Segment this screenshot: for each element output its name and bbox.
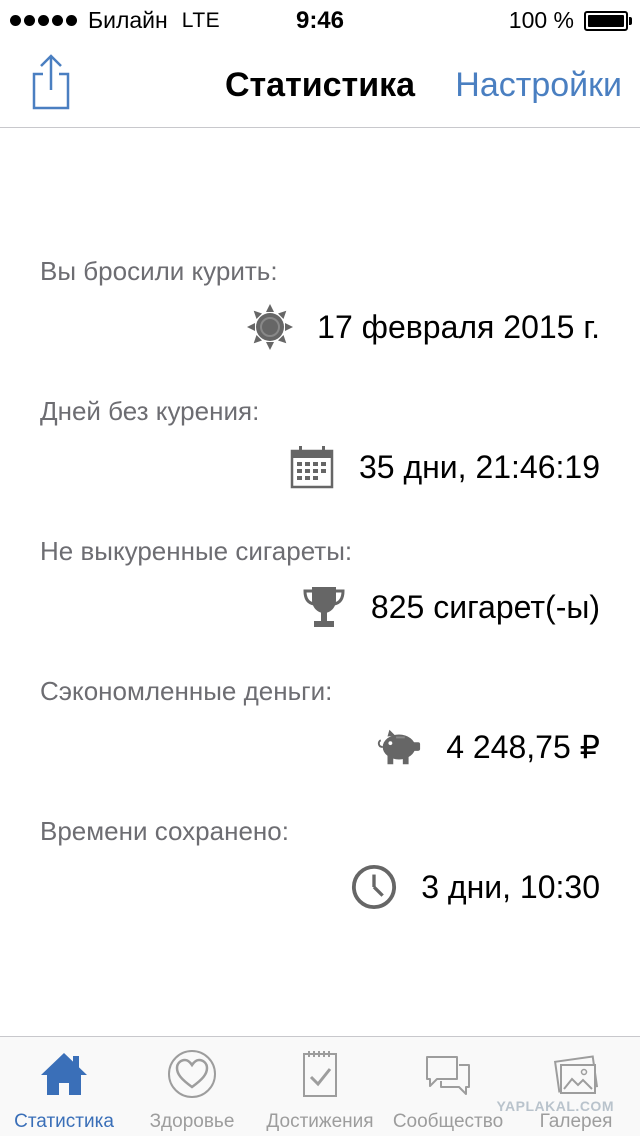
tab-gallery[interactable]: Галерея xyxy=(512,1037,640,1136)
stat-days-smoke-free: Дней без курения: 35 дни, 21:46:19 xyxy=(0,396,640,536)
stat-time-saved: Времени сохранено: 3 дни, 10:30 xyxy=(0,816,640,956)
heart-icon xyxy=(168,1050,216,1098)
sun-icon xyxy=(247,304,294,350)
stat-label: Дней без курения: xyxy=(40,396,260,426)
chat-bubbles-icon xyxy=(426,1056,470,1095)
trophy-icon xyxy=(301,584,347,630)
tab-bar: Статистика Здоровье Достижения Сообществ… xyxy=(0,1036,640,1136)
tab-health[interactable]: Здоровье xyxy=(128,1037,256,1136)
settings-button[interactable]: Настройки xyxy=(455,66,622,105)
stat-label: Времени сохранено: xyxy=(40,816,289,846)
tab-community[interactable]: Сообщество xyxy=(384,1037,512,1136)
stat-value: 3 дни, 10:30 xyxy=(421,868,600,905)
gallery-icon xyxy=(553,1055,599,1094)
stat-label: Вы бросили курить: xyxy=(40,256,278,286)
tab-achievements[interactable]: Достижения xyxy=(256,1037,384,1136)
stat-value: 4 248,75 ₽ xyxy=(446,729,600,765)
stat-value-row: 3 дни, 10:30 xyxy=(351,860,600,914)
page-title: Статистика xyxy=(224,66,416,104)
stat-label: Не выкуренные сигареты: xyxy=(40,536,353,566)
stat-value-row: 825 сигарет(-ы) xyxy=(301,580,600,634)
stat-value-row: 35 дни, 21:46:19 xyxy=(289,440,600,494)
stat-label: Сэкономленные деньги: xyxy=(40,676,333,706)
share-icon xyxy=(32,54,70,110)
tab-label: Сообщество xyxy=(392,1111,504,1132)
notepad-check-icon xyxy=(303,1051,337,1097)
stat-value: 35 дни, 21:46:19 xyxy=(358,448,600,485)
tab-label: Здоровье xyxy=(149,1111,235,1132)
status-right: 100 % xyxy=(508,7,632,34)
battery-icon xyxy=(584,10,632,31)
tab-label: Галерея xyxy=(539,1111,613,1132)
stat-value-row: 4 248,75 ₽ xyxy=(376,720,600,774)
stat-money-saved: Сэкономленные деньги: 4 248,75 ₽ xyxy=(0,676,640,816)
calendar-icon xyxy=(289,444,335,490)
home-icon xyxy=(41,1053,87,1095)
stat-value: 17 февраля 2015 г. xyxy=(317,308,600,345)
navigation-bar: Статистика Настройки xyxy=(0,40,640,128)
status-bar: Билайн LTE 9:46 100 % xyxy=(0,0,640,40)
piggy-bank-icon xyxy=(376,724,422,770)
battery-percent: 100 % xyxy=(508,7,574,33)
stat-value-row: 17 февраля 2015 г. xyxy=(247,300,600,354)
stat-value: 825 сигарет(-ы) xyxy=(370,588,600,625)
tab-label: Достижения xyxy=(266,1111,374,1132)
share-button[interactable] xyxy=(26,52,76,112)
stat-cigarettes-not-smoked: Не выкуренные сигареты: 825 сигарет(-ы) xyxy=(0,536,640,676)
watermark: YAPLAKAL.COM xyxy=(496,1098,614,1114)
tab-label: Статистика xyxy=(14,1111,114,1132)
stat-quit-date: Вы бросили курить: 17 февраля 2015 г. xyxy=(0,256,640,396)
clock-icon xyxy=(351,864,397,910)
app-screen: Билайн LTE 9:46 100 % Статистика Настрой… xyxy=(0,0,640,1136)
statistics-list: Вы бросили курить: 17 февраля 2015 г. Дн… xyxy=(0,128,640,1036)
tab-statistics[interactable]: Статистика xyxy=(0,1037,128,1136)
